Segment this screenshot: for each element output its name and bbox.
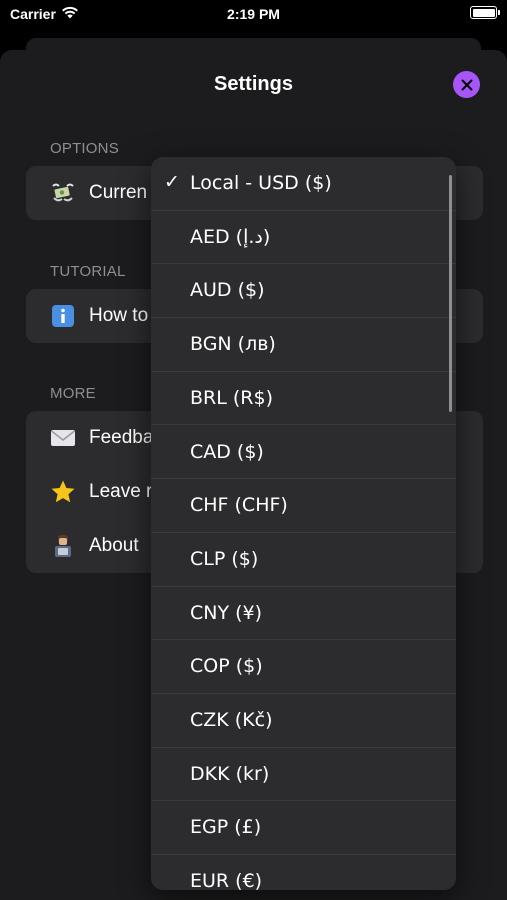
currency-option-label: Local - USD ($) [190,172,332,194]
close-button[interactable] [453,71,480,98]
currency-option-bgn[interactable]: BGN (лв) [151,318,456,372]
currency-option-label: CAD ($) [190,440,264,463]
currency-option-label: COP ($) [190,655,263,678]
status-bar: Carrier 2:19 PM [0,0,507,28]
currency-option-usd[interactable]: ✓ Local - USD ($) [151,157,456,211]
currency-option-cny[interactable]: CNY (¥) [151,587,456,641]
currency-option-label: CLP ($) [190,547,259,570]
currency-option-label: AUD ($) [190,279,265,302]
clock-label: 2:19 PM [227,6,280,22]
envelope-icon [50,425,76,451]
currency-option-czk[interactable]: CZK (Kč) [151,694,456,748]
page-title: Settings [214,73,293,95]
currency-option-aed[interactable]: AED (د.إ) [151,211,456,265]
money-with-wings-icon [50,180,76,206]
currency-option-cop[interactable]: COP ($) [151,640,456,694]
currency-option-eur[interactable]: EUR (€) [151,855,456,890]
info-icon [50,303,76,329]
currency-dropdown[interactable]: ✓ Local - USD ($) AED (د.إ) AUD ($) BGN … [151,157,456,890]
currency-row-label: Curren [89,182,148,203]
star-icon [50,479,76,505]
currency-option-clp[interactable]: CLP ($) [151,533,456,587]
developer-icon [50,533,76,559]
currency-option-cad[interactable]: CAD ($) [151,426,456,480]
about-row-label: About [89,535,139,556]
currency-option-chf[interactable]: CHF (CHF) [151,479,456,533]
currency-option-label: BGN (лв) [190,333,276,356]
section-header-options: OPTIONS [50,140,119,157]
how-to-row-label: How to [89,305,149,326]
currency-option-label: CHF (CHF) [190,494,288,517]
battery-icon [470,6,500,19]
currency-option-aud[interactable]: AUD ($) [151,264,456,319]
currency-option-label: EGP (£) [190,816,262,839]
section-header-more: MORE [50,385,96,402]
currency-option-label: DKK (kr) [190,762,270,785]
feedback-row-label: Feedba [89,427,154,448]
currency-option-label: AED (د.إ) [190,225,271,248]
leave-review-row-label: Leave r [89,481,153,502]
currency-option-brl[interactable]: BRL (R$) [151,372,456,426]
section-header-tutorial: TUTORIAL [50,263,126,280]
currency-option-label: BRL (R$) [190,386,273,409]
close-icon [461,79,472,90]
scroll-indicator[interactable] [449,175,452,412]
currency-option-label: CZK (Kč) [190,709,273,731]
currency-option-egp[interactable]: EGP (£) [151,801,456,856]
currency-option-label: CNY (¥) [190,601,263,624]
currency-option-label: EUR (€) [190,870,263,890]
currency-option-dkk[interactable]: DKK (kr) [151,748,456,802]
checkmark-icon: ✓ [164,171,180,193]
